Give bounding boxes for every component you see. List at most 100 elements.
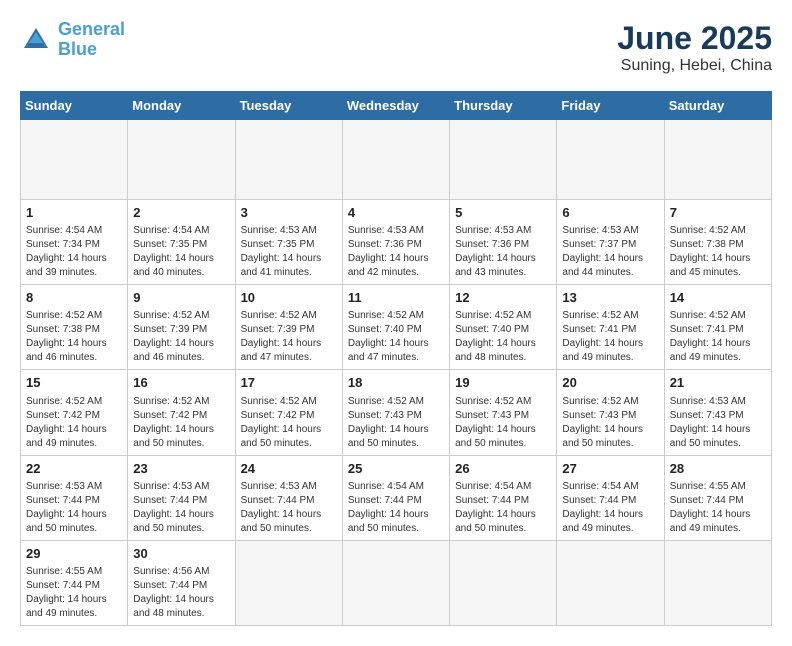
calendar-cell: 5 Sunrise: 4:53 AM Sunset: 7:36 PM Daylig…: [450, 200, 557, 285]
weekday-header: Saturday: [664, 92, 771, 120]
day-info: Sunrise: 4:52 AM Sunset: 7:38 PM Dayligh…: [26, 309, 122, 365]
day-info: Sunrise: 4:53 AM Sunset: 7:43 PM Dayligh…: [670, 395, 766, 451]
calendar-week-row: 22 Sunrise: 4:53 AM Sunset: 7:44 PM Dayli…: [21, 455, 772, 540]
day-number: 28: [670, 460, 766, 478]
calendar-cell: [235, 120, 342, 200]
title-area: June 2025 Suning, Hebei, China: [617, 20, 772, 75]
calendar-cell: 3 Sunrise: 4:53 AM Sunset: 7:35 PM Daylig…: [235, 200, 342, 285]
day-info: Sunrise: 4:55 AM Sunset: 7:44 PM Dayligh…: [26, 565, 122, 621]
calendar-week-row: 8Sunrise: 4:52 AM Sunset: 7:38 PM Daylig…: [21, 285, 772, 370]
calendar-cell: 19Sunrise: 4:52 AM Sunset: 7:43 PM Dayli…: [450, 370, 557, 455]
header-row: SundayMondayTuesdayWednesdayThursdayFrid…: [21, 92, 772, 120]
day-number: 29: [26, 545, 122, 563]
day-info: Sunrise: 4:52 AM Sunset: 7:41 PM Dayligh…: [562, 309, 658, 365]
day-number: 3: [241, 204, 337, 222]
calendar-cell: 25Sunrise: 4:54 AM Sunset: 7:44 PM Dayli…: [342, 455, 449, 540]
day-number: 2: [133, 204, 229, 222]
calendar-cell: 10Sunrise: 4:52 AM Sunset: 7:39 PM Dayli…: [235, 285, 342, 370]
calendar-cell: 15Sunrise: 4:52 AM Sunset: 7:42 PM Dayli…: [21, 370, 128, 455]
day-info: Sunrise: 4:55 AM Sunset: 7:44 PM Dayligh…: [670, 480, 766, 536]
calendar-cell: [557, 540, 664, 625]
day-info: Sunrise: 4:52 AM Sunset: 7:40 PM Dayligh…: [455, 309, 551, 365]
day-info: Sunrise: 4:54 AM Sunset: 7:44 PM Dayligh…: [348, 480, 444, 536]
day-number: 21: [670, 374, 766, 392]
day-info: Sunrise: 4:54 AM Sunset: 7:34 PM Dayligh…: [26, 224, 122, 280]
calendar-cell: 7Sunrise: 4:52 AM Sunset: 7:38 PM Daylig…: [664, 200, 771, 285]
day-number: 16: [133, 374, 229, 392]
calendar-cell: 17 Sunrise: 4:52 AM Sunset: 7:42 PM Dayli…: [235, 370, 342, 455]
day-info: Sunrise: 4:53 AM Sunset: 7:44 PM Dayligh…: [26, 480, 122, 536]
calendar-subtitle: Suning, Hebei, China: [617, 57, 772, 75]
day-info: Sunrise: 4:52 AM Sunset: 7:43 PM Dayligh…: [455, 395, 551, 451]
weekday-header: Monday: [128, 92, 235, 120]
calendar-week-row: [21, 120, 772, 200]
calendar-cell: [342, 540, 449, 625]
day-info: Sunrise: 4:56 AM Sunset: 7:44 PM Dayligh…: [133, 565, 229, 621]
weekday-header: Tuesday: [235, 92, 342, 120]
day-info: Sunrise: 4:53 AM Sunset: 7:44 PM Dayligh…: [241, 480, 337, 536]
calendar-cell: [664, 120, 771, 200]
calendar-cell: [450, 120, 557, 200]
weekday-header: Friday: [557, 92, 664, 120]
logo-icon: [20, 24, 52, 56]
calendar-week-row: 29 Sunrise: 4:55 AM Sunset: 7:44 PM Dayli…: [21, 540, 772, 625]
day-number: 6: [562, 204, 658, 222]
calendar-cell: 23 Sunrise: 4:53 AM Sunset: 7:44 PM Dayli…: [128, 455, 235, 540]
day-number: 20: [562, 374, 658, 392]
logo: General Blue: [20, 20, 125, 60]
day-number: 1: [26, 204, 122, 222]
day-number: 5: [455, 204, 551, 222]
day-number: 7: [670, 204, 766, 222]
calendar-cell: [342, 120, 449, 200]
header: General Blue June 2025 Suning, Hebei, Ch…: [20, 20, 772, 75]
calendar-cell: [450, 540, 557, 625]
day-number: 24: [241, 460, 337, 478]
day-info: Sunrise: 4:54 AM Sunset: 7:35 PM Dayligh…: [133, 224, 229, 280]
calendar-cell: 24 Sunrise: 4:53 AM Sunset: 7:44 PM Dayli…: [235, 455, 342, 540]
calendar-cell: 30 Sunrise: 4:56 AM Sunset: 7:44 PM Dayli…: [128, 540, 235, 625]
day-info: Sunrise: 4:52 AM Sunset: 7:43 PM Dayligh…: [348, 395, 444, 451]
day-info: Sunrise: 4:53 AM Sunset: 7:36 PM Dayligh…: [455, 224, 551, 280]
day-number: 15: [26, 374, 122, 392]
day-info: Sunrise: 4:54 AM Sunset: 7:44 PM Dayligh…: [562, 480, 658, 536]
calendar-cell: 26Sunrise: 4:54 AM Sunset: 7:44 PM Dayli…: [450, 455, 557, 540]
calendar-cell: 8Sunrise: 4:52 AM Sunset: 7:38 PM Daylig…: [21, 285, 128, 370]
calendar-cell: 6Sunrise: 4:53 AM Sunset: 7:37 PM Daylig…: [557, 200, 664, 285]
calendar-cell: 4Sunrise: 4:53 AM Sunset: 7:36 PM Daylig…: [342, 200, 449, 285]
logo-line2: Blue: [58, 39, 97, 59]
calendar-cell: 12Sunrise: 4:52 AM Sunset: 7:40 PM Dayli…: [450, 285, 557, 370]
day-info: Sunrise: 4:54 AM Sunset: 7:44 PM Dayligh…: [455, 480, 551, 536]
calendar-cell: 14Sunrise: 4:52 AM Sunset: 7:41 PM Dayli…: [664, 285, 771, 370]
calendar-cell: [664, 540, 771, 625]
calendar-cell: [235, 540, 342, 625]
day-number: 30: [133, 545, 229, 563]
day-number: 17: [241, 374, 337, 392]
calendar-cell: [557, 120, 664, 200]
logo-line1: General: [58, 19, 125, 39]
day-info: Sunrise: 4:53 AM Sunset: 7:44 PM Dayligh…: [133, 480, 229, 536]
calendar-cell: 2 Sunrise: 4:54 AM Sunset: 7:35 PM Daylig…: [128, 200, 235, 285]
calendar-cell: [128, 120, 235, 200]
day-number: 14: [670, 289, 766, 307]
weekday-header: Thursday: [450, 92, 557, 120]
day-number: 13: [562, 289, 658, 307]
day-info: Sunrise: 4:52 AM Sunset: 7:42 PM Dayligh…: [241, 395, 337, 451]
day-number: 4: [348, 204, 444, 222]
calendar-cell: 16 Sunrise: 4:52 AM Sunset: 7:42 PM Dayli…: [128, 370, 235, 455]
day-number: 23: [133, 460, 229, 478]
day-number: 22: [26, 460, 122, 478]
day-number: 18: [348, 374, 444, 392]
day-info: Sunrise: 4:53 AM Sunset: 7:35 PM Dayligh…: [241, 224, 337, 280]
day-info: Sunrise: 4:52 AM Sunset: 7:43 PM Dayligh…: [562, 395, 658, 451]
logo-text: General Blue: [58, 20, 125, 60]
calendar-week-row: 1 Sunrise: 4:54 AM Sunset: 7:34 PM Daylig…: [21, 200, 772, 285]
day-number: 9: [133, 289, 229, 307]
day-info: Sunrise: 4:52 AM Sunset: 7:39 PM Dayligh…: [133, 309, 229, 365]
calendar-cell: 27Sunrise: 4:54 AM Sunset: 7:44 PM Dayli…: [557, 455, 664, 540]
calendar-cell: 22 Sunrise: 4:53 AM Sunset: 7:44 PM Dayli…: [21, 455, 128, 540]
day-info: Sunrise: 4:52 AM Sunset: 7:42 PM Dayligh…: [133, 395, 229, 451]
calendar-cell: 13 Sunrise: 4:52 AM Sunset: 7:41 PM Dayli…: [557, 285, 664, 370]
calendar-cell: 1 Sunrise: 4:54 AM Sunset: 7:34 PM Daylig…: [21, 200, 128, 285]
day-info: Sunrise: 4:52 AM Sunset: 7:40 PM Dayligh…: [348, 309, 444, 365]
calendar-cell: 21 Sunrise: 4:53 AM Sunset: 7:43 PM Dayli…: [664, 370, 771, 455]
